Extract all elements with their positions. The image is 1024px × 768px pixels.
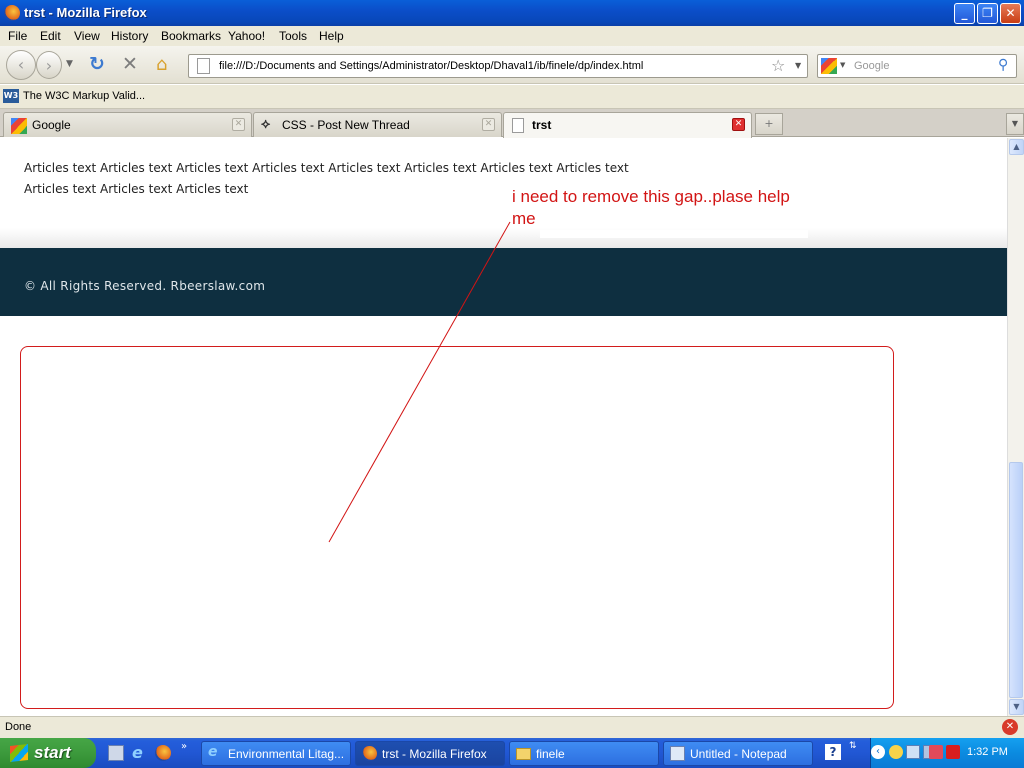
annotation-note: i need to remove this gap..plase help me xyxy=(512,187,790,228)
language-bar-icon[interactable]: ⇅ xyxy=(849,741,857,751)
windows-logo-icon xyxy=(10,744,28,762)
task-firefox[interactable]: trst - Mozilla Firefox xyxy=(355,741,505,766)
scroll-thumb[interactable] xyxy=(1009,462,1023,698)
task-notepad[interactable]: Untitled - Notepad xyxy=(663,741,813,766)
error-icon[interactable]: ✕ xyxy=(1002,719,1018,735)
quicklaunch-expand-icon[interactable]: » xyxy=(181,741,187,752)
system-tray: ‹ 1:32 PM xyxy=(870,738,1024,768)
help-icon[interactable]: ? xyxy=(825,744,841,760)
scroll-down-icon[interactable]: ▼ xyxy=(1009,699,1024,715)
show-desktop-icon[interactable] xyxy=(108,745,124,761)
internet-explorer-icon[interactable]: e xyxy=(132,743,143,762)
network-icon[interactable] xyxy=(906,745,920,759)
task-label: finele xyxy=(536,747,565,761)
firefox-icon xyxy=(362,746,377,761)
mail-icon[interactable] xyxy=(929,745,943,759)
internet-explorer-icon: e xyxy=(208,744,218,760)
scroll-up-icon[interactable]: ▲ xyxy=(1009,139,1024,155)
status-bar: Done ✕ xyxy=(0,716,1024,738)
folder-icon xyxy=(516,748,531,760)
antivirus-icon[interactable] xyxy=(946,745,960,759)
task-label: Environmental Litag... xyxy=(228,747,345,761)
task-environmental[interactable]: e Environmental Litag... xyxy=(201,741,351,766)
notepad-icon xyxy=(670,746,685,761)
task-folder[interactable]: finele xyxy=(509,741,659,766)
task-label: trst - Mozilla Firefox xyxy=(382,747,487,761)
status-text: Done xyxy=(5,721,32,733)
messenger-icon[interactable] xyxy=(889,745,903,759)
start-button[interactable]: start xyxy=(0,738,96,768)
annotation-arrow xyxy=(328,221,511,543)
task-label: Untitled - Notepad xyxy=(690,747,787,761)
tray-expand-icon[interactable]: ‹ xyxy=(871,745,885,759)
clock: 1:32 PM xyxy=(967,746,1008,758)
start-label: start xyxy=(34,743,71,762)
firefox-quicklaunch-icon[interactable] xyxy=(155,745,171,761)
